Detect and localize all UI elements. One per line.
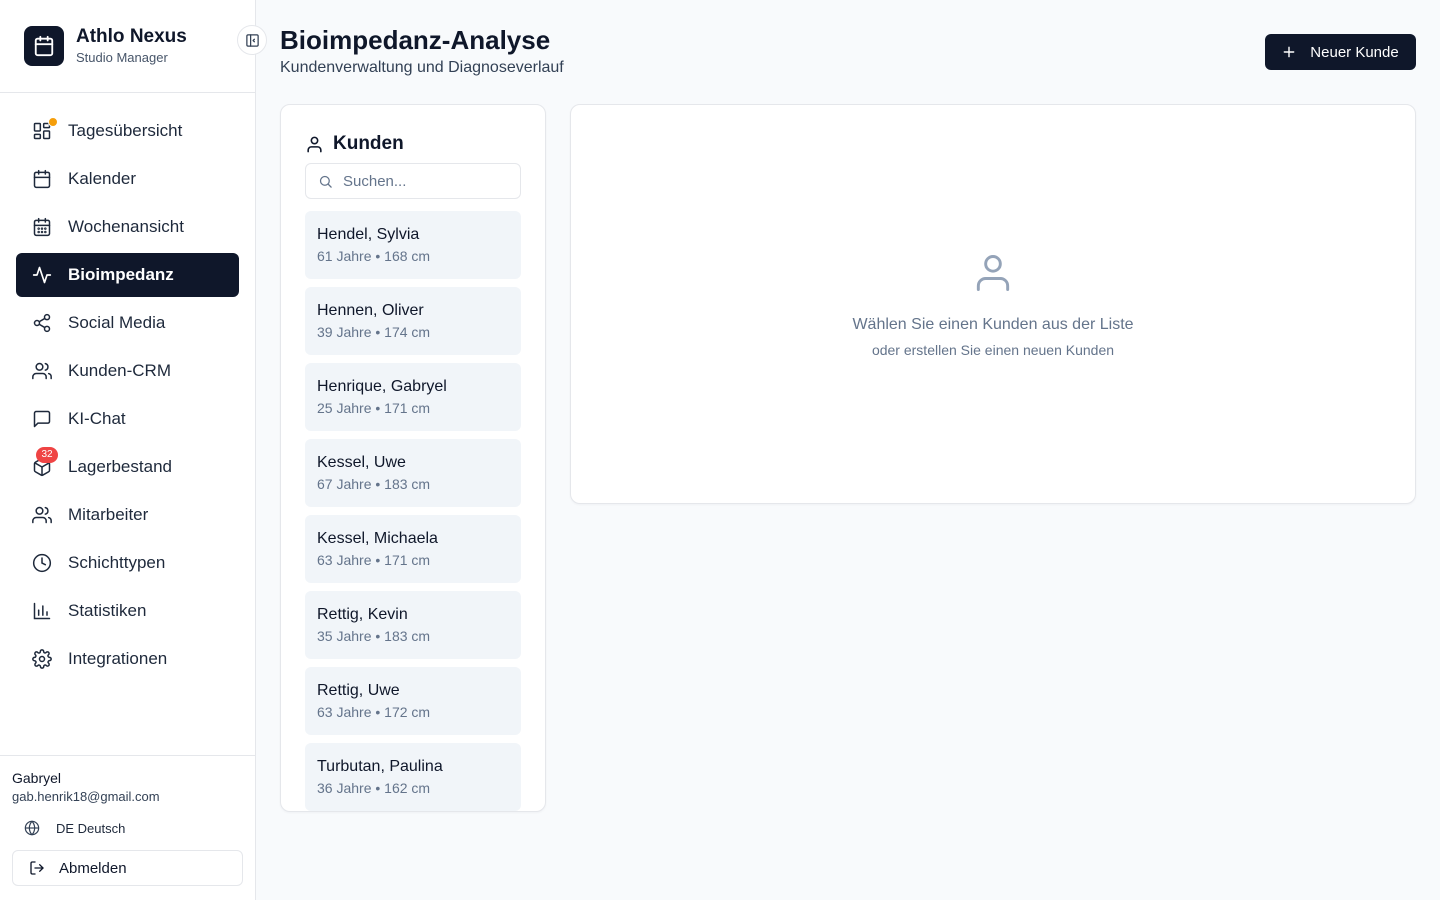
- customer-meta: 61 Jahre • 168 cm: [317, 248, 431, 264]
- calendar-logo-icon: [24, 26, 64, 66]
- user-icon: [307, 136, 322, 152]
- customer-name: Rettig, Uwe: [317, 682, 400, 699]
- sidebar: Athlo Nexus Studio Manager Tagesübersich…: [0, 0, 267, 900]
- main-content: Bioimpedanz-Analyse Kundenverwaltung und…: [256, 0, 1440, 900]
- search-input[interactable]: [343, 172, 513, 190]
- list-item[interactable]: Turbutan, Paulina 36 Jahre • 162 cm: [305, 743, 521, 811]
- customer-name: Turbutan, Paulina: [317, 758, 443, 775]
- sidebar-item-label: Schichttypen: [68, 553, 166, 572]
- sidebar-item-label: Kalender: [68, 169, 137, 188]
- customer-list: Hendel, Sylvia 61 Jahre • 168 cm Hennen,…: [305, 211, 521, 811]
- customers-panel: Kunden Hendel, Sylvia 61 Jahre • 168 cm …: [280, 104, 546, 812]
- sidebar-item-statistiken[interactable]: Statistiken: [16, 589, 239, 633]
- main-nav: Tagesübersicht Kalender Wochenansicht Bi…: [0, 93, 255, 681]
- customer-meta: 63 Jahre • 172 cm: [317, 704, 431, 720]
- dashboard-icon: [32, 117, 58, 141]
- empty-state: Wählen Sie einen Kunden aus der Liste od…: [571, 251, 1415, 359]
- gear-icon: [32, 649, 52, 669]
- customer-name: Hendel, Sylvia: [317, 226, 420, 243]
- new-customer-button[interactable]: Neuer Kunde: [1265, 34, 1416, 70]
- user-placeholder-icon: [976, 255, 1010, 291]
- sidebar-item-label: Wochenansicht: [68, 217, 184, 236]
- list-item[interactable]: Rettig, Uwe 63 Jahre • 172 cm: [305, 667, 521, 735]
- sidebar-item-tagesuebersicht[interactable]: Tagesübersicht: [16, 109, 239, 153]
- sidebar-item-label: KI-Chat: [68, 409, 126, 428]
- logout-button[interactable]: Abmelden: [12, 850, 243, 886]
- bar-chart-icon: [32, 601, 52, 621]
- package-icon: 32: [32, 447, 58, 477]
- page-title: Bioimpedanz-Analyse: [280, 25, 551, 55]
- sidebar-item-schichttypen[interactable]: Schichttypen: [16, 541, 239, 585]
- list-item[interactable]: Rettig, Kevin 35 Jahre • 183 cm: [305, 591, 521, 659]
- customer-meta: 67 Jahre • 183 cm: [317, 476, 431, 492]
- activity-icon: [32, 265, 52, 285]
- page-subtitle: Kundenverwaltung und Diagnoseverlauf: [280, 59, 564, 76]
- message-icon: [32, 409, 52, 429]
- user-name: Gabryel: [12, 770, 62, 786]
- inventory-count-badge: 32: [36, 447, 58, 463]
- sidebar-item-label: Mitarbeiter: [68, 505, 149, 524]
- sidebar-footer: Gabryel gab.henrik18@gmail.com DE Deutsc…: [0, 755, 255, 900]
- search-icon: [319, 175, 332, 188]
- customer-name: Rettig, Kevin: [317, 606, 408, 623]
- notification-dot: [48, 117, 58, 127]
- users-icon: [32, 505, 52, 525]
- list-item[interactable]: Kessel, Uwe 67 Jahre • 183 cm: [305, 439, 521, 507]
- customer-meta: 39 Jahre • 174 cm: [317, 324, 431, 340]
- sidebar-item-social-media[interactable]: Social Media: [16, 301, 239, 345]
- sidebar-item-kalender[interactable]: Kalender: [16, 157, 239, 201]
- sidebar-item-ki-chat[interactable]: KI-Chat: [16, 397, 239, 441]
- customer-detail-panel: Wählen Sie einen Kunden aus der Liste od…: [570, 104, 1416, 504]
- globe-icon: [24, 820, 40, 836]
- empty-state-title: Wählen Sie einen Kunden aus der Liste: [852, 316, 1134, 333]
- sidebar-item-wochenansicht[interactable]: Wochenansicht: [16, 205, 239, 249]
- list-item[interactable]: Henrique, Gabryel 25 Jahre • 171 cm: [305, 363, 521, 431]
- logout-label: Abmelden: [59, 859, 127, 877]
- sidebar-item-label: Statistiken: [68, 601, 147, 620]
- sidebar-item-label: Kunden-CRM: [68, 361, 171, 380]
- clock-icon: [32, 553, 52, 573]
- sidebar-item-label: Social Media: [68, 313, 166, 332]
- log-out-icon: [30, 861, 44, 875]
- empty-state-subtitle: oder erstellen Sie einen neuen Kunden: [871, 342, 1115, 358]
- customers-title: Kunden: [333, 133, 404, 154]
- brand-header: Athlo Nexus Studio Manager: [0, 0, 267, 93]
- sidebar-item-lagerbestand[interactable]: 32 Lagerbestand: [16, 445, 239, 489]
- customer-meta: 36 Jahre • 162 cm: [317, 780, 431, 796]
- customer-name: Kessel, Uwe: [317, 454, 406, 471]
- list-item[interactable]: Hendel, Sylvia 61 Jahre • 168 cm: [305, 211, 521, 279]
- app-name: Athlo Nexus: [76, 25, 187, 47]
- customer-name: Henrique, Gabryel: [317, 378, 447, 395]
- new-customer-label: Neuer Kunde: [1310, 43, 1399, 61]
- customer-meta: 63 Jahre • 171 cm: [317, 552, 431, 568]
- calendar-icon: [32, 169, 52, 189]
- customer-name: Hennen, Oliver: [317, 302, 424, 319]
- customer-meta: 25 Jahre • 171 cm: [317, 400, 431, 416]
- sidebar-item-bioimpedanz[interactable]: Bioimpedanz: [16, 253, 239, 297]
- sidebar-item-label: Tagesübersicht: [68, 121, 183, 140]
- customer-meta: 35 Jahre • 183 cm: [317, 628, 431, 644]
- language-selector[interactable]: DE Deutsch: [12, 816, 243, 840]
- sidebar-item-label: Lagerbestand: [68, 457, 172, 476]
- list-item[interactable]: Hennen, Oliver 39 Jahre • 174 cm: [305, 287, 521, 355]
- list-item[interactable]: Kessel, Michaela 63 Jahre • 171 cm: [305, 515, 521, 583]
- plus-icon: [1283, 46, 1295, 58]
- calendar-grid-icon: [32, 217, 52, 237]
- app-subtitle: Studio Manager: [76, 49, 168, 65]
- language-label: DE Deutsch: [56, 820, 126, 836]
- sidebar-item-integrationen[interactable]: Integrationen: [16, 637, 239, 681]
- users-icon: [32, 361, 52, 381]
- customer-search: [305, 163, 521, 199]
- customer-name: Kessel, Michaela: [317, 530, 438, 547]
- share-icon: [32, 313, 52, 333]
- user-email: gab.henrik18@gmail.com: [12, 789, 160, 804]
- sidebar-item-label: Bioimpedanz: [68, 265, 174, 284]
- sidebar-item-label: Integrationen: [68, 649, 168, 668]
- sidebar-item-mitarbeiter[interactable]: Mitarbeiter: [16, 493, 239, 537]
- customers-header: Kunden: [305, 133, 404, 155]
- sidebar-item-kunden-crm[interactable]: Kunden-CRM: [16, 349, 239, 393]
